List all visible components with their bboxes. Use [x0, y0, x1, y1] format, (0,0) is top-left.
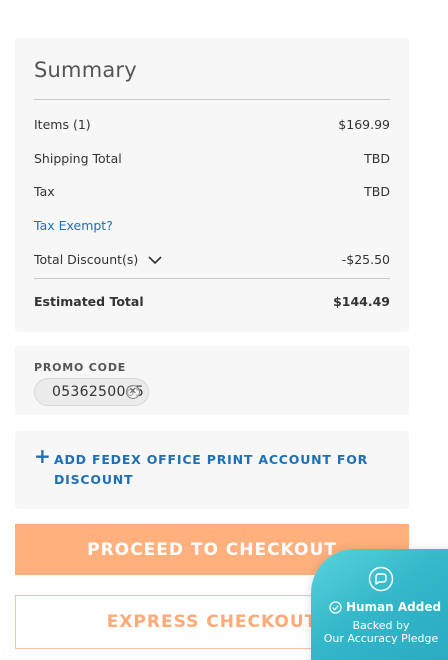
order-summary-panel: Summary Items (1) $169.99 Shipping Total… — [15, 38, 409, 332]
items-row: Items (1) $169.99 — [34, 114, 390, 134]
badge-title-row: Human Added — [325, 600, 445, 614]
tax-label: Tax — [34, 183, 55, 199]
badge-subtitle: Backed by Our Accuracy Pledge — [311, 619, 448, 645]
estimated-total-value: $144.49 — [333, 293, 390, 309]
shipping-row: Shipping Total TBD — [34, 148, 390, 168]
tax-exempt-row: Tax Exempt? — [34, 215, 390, 235]
add-fedex-account-link[interactable]: + ADD FEDEX OFFICE PRINT ACCOUNT FOR DIS… — [15, 431, 409, 509]
discount-value: -$25.50 — [341, 251, 390, 267]
close-circle-icon[interactable]: ✕ — [126, 385, 140, 399]
check-circle-icon — [329, 600, 342, 614]
total-divider — [34, 278, 390, 279]
promo-code-panel: PROMO CODE 0536250065 ✕ — [15, 346, 409, 415]
items-value: $169.99 — [338, 116, 390, 132]
discount-label: Total Discount(s) — [34, 251, 139, 267]
discount-row: Total Discount(s) -$25.50 — [34, 249, 390, 269]
chevron-down-icon[interactable] — [147, 254, 163, 266]
tax-exempt-link[interactable]: Tax Exempt? — [34, 218, 113, 233]
discount-toggle[interactable]: Total Discount(s) — [34, 252, 163, 267]
accuracy-pledge-badge[interactable]: Human Added Backed by Our Accuracy Pledg… — [311, 549, 448, 660]
items-label: Items (1) — [34, 116, 91, 132]
shipping-value: TBD — [364, 150, 390, 166]
promo-code-label: PROMO CODE — [34, 361, 127, 374]
estimated-total-label: Estimated Total — [34, 293, 144, 309]
chat-bubble-icon — [368, 566, 394, 592]
tax-value: TBD — [364, 183, 390, 199]
badge-title: Human Added — [345, 600, 442, 614]
summary-title: Summary — [34, 58, 137, 82]
badge-line-1: Backed by — [352, 619, 410, 632]
summary-divider — [34, 99, 390, 100]
shipping-label: Shipping Total — [34, 150, 122, 166]
promo-code-chip: 0536250065 ✕ — [34, 378, 149, 406]
estimated-total-row: Estimated Total $144.49 — [34, 291, 390, 311]
add-fedex-account-label: ADD FEDEX OFFICE PRINT ACCOUNT FOR DISCO… — [54, 452, 369, 487]
plus-icon: + — [34, 444, 51, 468]
tax-row: Tax TBD — [34, 181, 390, 201]
badge-line-2: Our Accuracy Pledge — [323, 632, 439, 645]
